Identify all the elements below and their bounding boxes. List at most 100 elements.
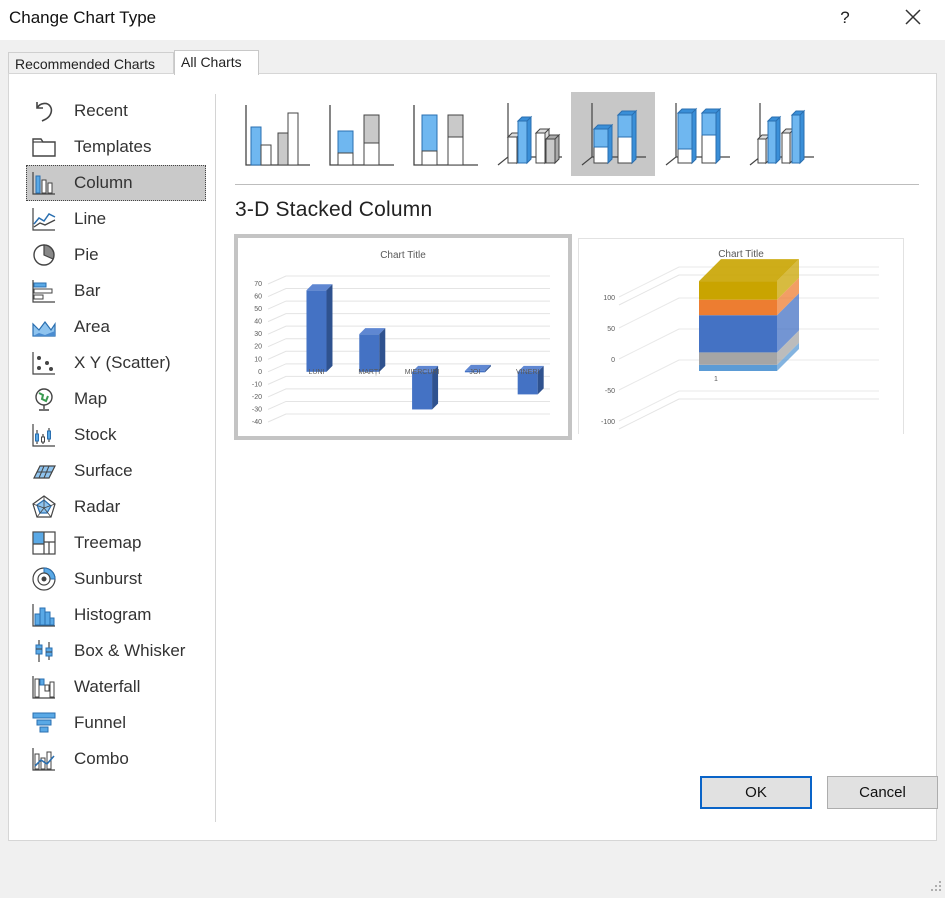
surface-chart-icon [30,457,58,485]
close-button[interactable] [900,4,926,30]
chart-preview-2[interactable]: Chart Title 100 50 0 -50 -100 1 [578,238,904,434]
subtype-3d-column[interactable] [739,92,823,176]
funnel-chart-icon [30,709,58,737]
category-treemap[interactable]: Treemap [26,525,206,561]
x-category-label: JOI [469,369,480,376]
gallery-divider [235,184,919,185]
waterfall-chart-icon [30,673,58,701]
y-tick-label: 40 [254,319,262,326]
subtype-stacked-column[interactable] [319,92,403,176]
y-tick-label: -100 [601,419,615,426]
pie-chart-icon [30,241,58,269]
tab-all-charts[interactable]: All Charts [174,50,259,75]
cancel-button[interactable]: Cancel [827,776,938,809]
category-recent[interactable]: Recent [26,93,206,129]
resize-grip-icon[interactable] [930,880,942,892]
x-category-label: LUNI [309,369,325,376]
category-label: Histogram [74,605,152,624]
close-icon [905,9,921,25]
dialog-title: Change Chart Type [9,8,157,27]
subtype-3d-stacked-column[interactable] [571,92,655,176]
category-label: Radar [74,497,121,516]
gridline [267,413,550,423]
y-tick-label: -50 [605,388,615,395]
y-tick-label: 60 [254,294,262,301]
y-tick-label: 50 [254,306,262,313]
category-surface[interactable]: Surface [26,453,206,489]
subtype-100-stacked-column[interactable] [403,92,487,176]
y-tick-label: 100 [603,295,615,302]
box-whisker-chart-icon [30,637,58,665]
ok-button[interactable]: OK [700,776,812,809]
all-charts-panel: Recent Templates Column Line Pie Bar Are… [8,73,937,841]
templates-icon [30,133,58,161]
recent-icon [30,97,58,125]
preview-chart-1: Chart Title 70 60 50 40 30 20 10 0 -10 -20 -30 -40 LU… [252,250,550,426]
gridline [267,375,550,385]
category-bar[interactable]: Bar [26,273,206,309]
category-templates[interactable]: Templates [26,129,206,165]
x-category-label: 1 [714,376,718,383]
y-tick-label: -10 [252,381,262,388]
floor-edge [618,398,879,430]
subtype-3d-100-stacked-column[interactable] [655,92,739,176]
preview-chart-2: Chart Title 100 50 0 -50 -100 1 [601,249,879,430]
y-tick-label: -40 [252,419,262,426]
y-tick-label: 0 [611,357,615,364]
category-area[interactable]: Area [26,309,206,345]
gridline [618,390,879,422]
chart-preview-1[interactable]: Chart Title 70 60 50 40 30 20 10 0 -10 -20 -30 -40 LU… [234,234,572,440]
y-tick-label: -30 [252,406,262,413]
chart-title: Chart Title [380,250,426,261]
category-histogram[interactable]: Histogram [26,597,206,633]
category-sunburst[interactable]: Sunburst [26,561,206,597]
title-bar: Change Chart Type ? [0,0,945,40]
help-button[interactable]: ? [834,5,856,31]
100-stacked-column-icon [413,105,478,166]
category-box-whisker[interactable]: Box & Whisker [26,633,206,669]
x-category-label: VINERI [516,369,539,376]
3d-clustered-column-icon [497,103,562,166]
y-tick-label: 0 [258,369,262,376]
category-label: Stock [74,425,117,444]
category-label: Pie [74,245,99,264]
subtype-clustered-column[interactable] [235,92,319,176]
category-label: Sunburst [74,569,143,588]
category-label: Area [74,317,110,336]
bar-chart-icon [30,277,58,305]
clustered-column-icon [245,105,310,166]
category-combo[interactable]: Combo [26,741,206,777]
3d-100-stacked-column-icon [665,103,730,166]
3d-column-icon [749,103,814,166]
category-label: Funnel [74,713,126,732]
y-tick-label: 70 [254,281,262,288]
y-tick-label: 20 [254,344,262,351]
y-tick-label: 30 [254,331,262,338]
x-category-label: MARȚI [358,369,380,376]
category-column[interactable]: Column [26,165,206,201]
category-radar[interactable]: Radar [26,489,206,525]
column-bar [359,328,386,372]
category-label: X Y (Scatter) [74,353,171,372]
column-bar [306,284,333,372]
category-scatter[interactable]: X Y (Scatter) [26,345,206,381]
category-funnel[interactable]: Funnel [26,705,206,741]
map-chart-icon [30,385,58,413]
category-line[interactable]: Line [26,201,206,237]
radar-chart-icon [30,493,58,521]
stacked-column-icon [329,105,394,166]
area-chart-icon [30,313,58,341]
category-pie[interactable]: Pie [26,237,206,273]
category-label: Combo [74,749,129,768]
category-waterfall[interactable]: Waterfall [26,669,206,705]
category-label: Box & Whisker [74,641,186,660]
category-label: Treemap [74,533,142,552]
category-map[interactable]: Map [26,381,206,417]
x-category-label: MIERCURI [405,369,440,376]
tab-recommended-charts[interactable]: Recommended Charts [8,52,174,74]
subtype-3d-clustered-column[interactable] [487,92,571,176]
y-tick-label: 10 [254,356,262,363]
category-stock[interactable]: Stock [26,417,206,453]
scatter-chart-icon [30,349,58,377]
category-label: Surface [74,461,133,480]
